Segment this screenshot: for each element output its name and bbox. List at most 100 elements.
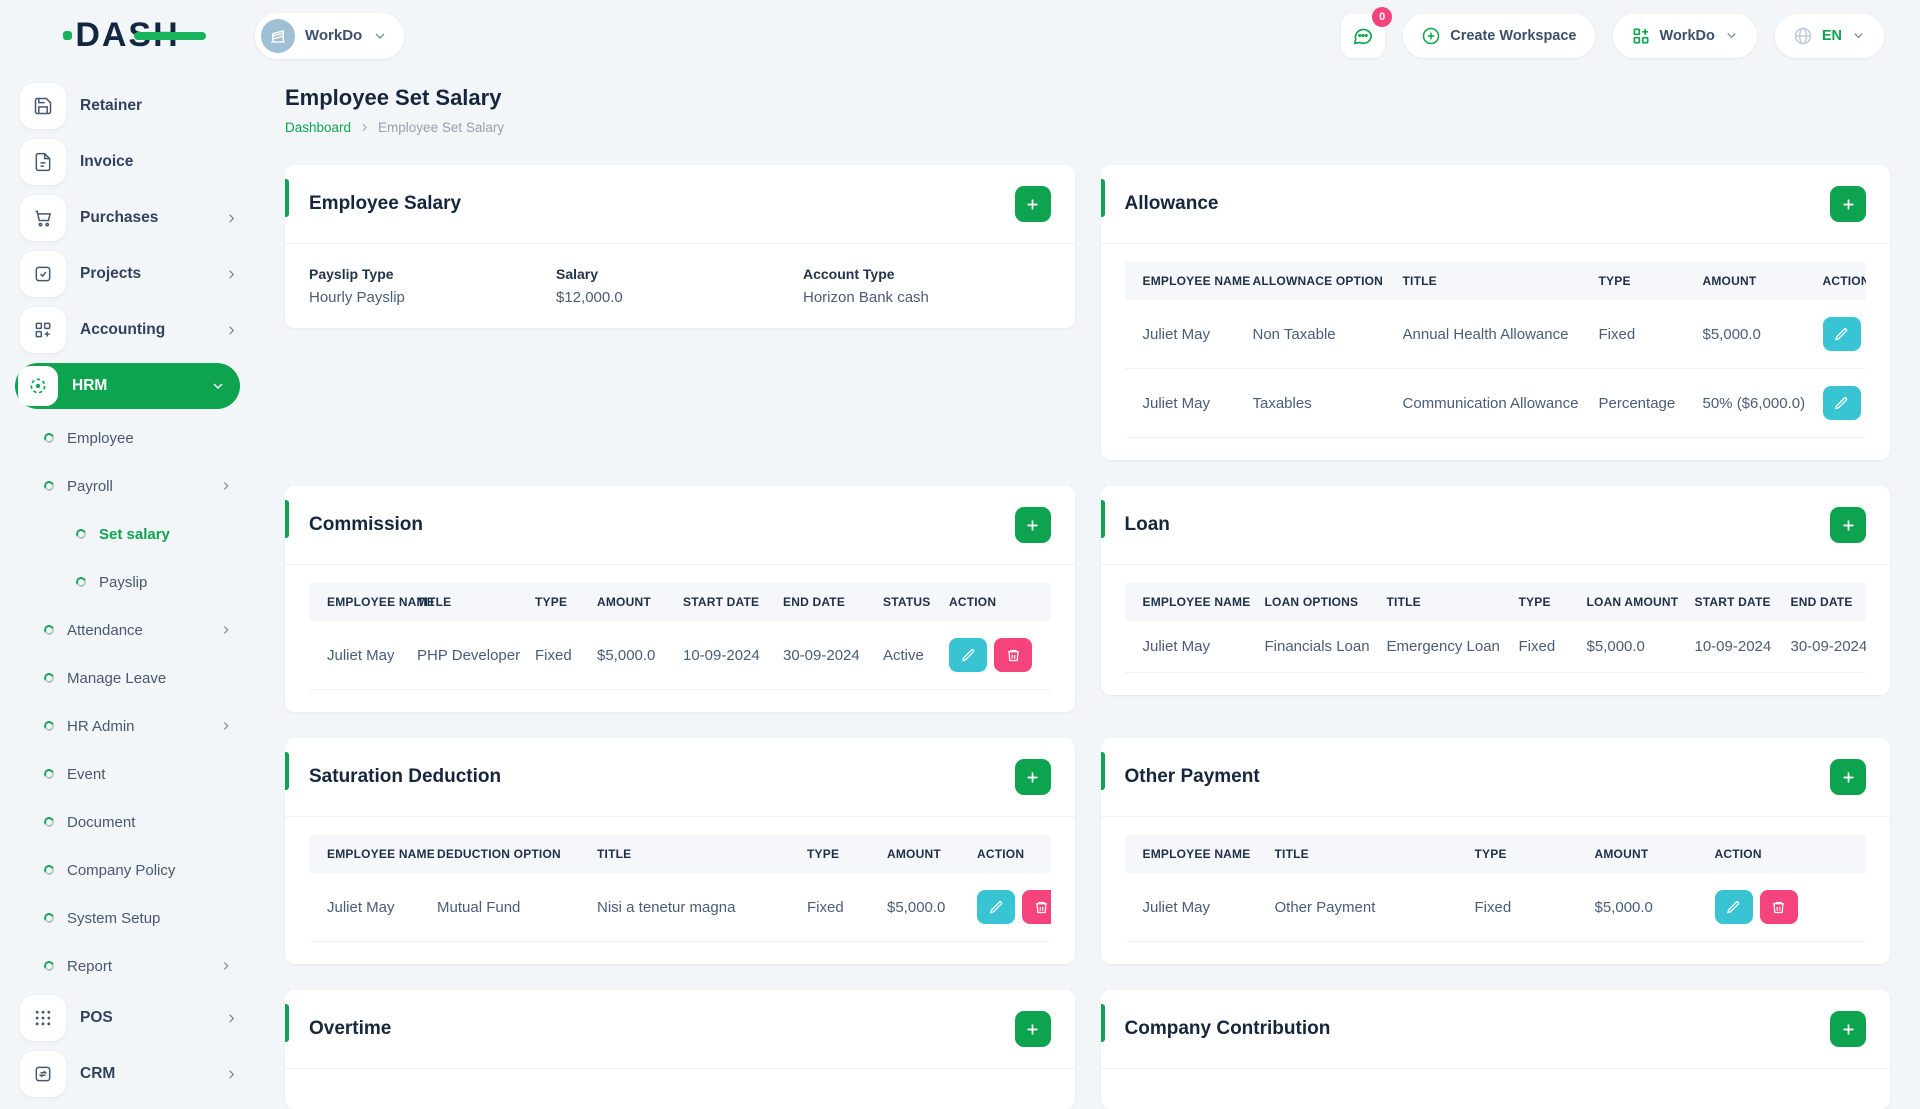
chevron-right-icon <box>219 479 233 493</box>
field-value: $12,000.0 <box>556 289 623 306</box>
column-header: Title <box>1402 262 1599 300</box>
column-header: Type <box>1518 583 1587 621</box>
column-header: Employee Name <box>1124 583 1265 621</box>
apps-menu-button[interactable]: WorkDo <box>1612 13 1757 58</box>
sidebar-item-manage-leave[interactable]: Manage Leave <box>0 654 255 702</box>
sidebar-item-employee[interactable]: Employee <box>0 414 255 462</box>
card-accent <box>285 752 289 790</box>
hrm-icon <box>18 366 58 406</box>
column-header: Action <box>949 583 1051 621</box>
loan-table[interactable]: Employee Name Loan Options Title Type Lo… <box>1124 583 1866 673</box>
card-accent <box>1100 752 1105 790</box>
brand-logo[interactable]: DASH <box>0 16 255 55</box>
add-other-payment-button[interactable] <box>1830 759 1866 795</box>
sidebar-item-label: Event <box>67 765 106 783</box>
sidebar-item-event[interactable]: Event <box>0 750 255 798</box>
sidebar-item-pos[interactable]: POS <box>0 990 255 1046</box>
card-title: Other Payment <box>1124 766 1260 787</box>
edit-button[interactable] <box>1714 890 1753 924</box>
sidebar-item-purchases[interactable]: Purchases <box>0 190 255 246</box>
column-header: Title <box>1386 583 1519 621</box>
messages-count-badge: 0 <box>1372 6 1393 27</box>
table-header-row: Employee Name Title Type Amount Action <box>1124 835 1866 873</box>
field-label: Account Type <box>803 266 895 282</box>
chevron-right-icon <box>224 323 239 338</box>
employee-salary-card: Employee Salary Payslip Type Hourly Pays… <box>285 165 1075 328</box>
sidebar-item-document[interactable]: Document <box>0 798 255 846</box>
loan-card: Loan Employee Name Loan Options Title Ty… <box>1100 486 1890 695</box>
pencil-icon <box>1834 327 1849 342</box>
sidebar-item-company-policy[interactable]: Company Policy <box>0 846 255 894</box>
sidebar-item-hr-admin[interactable]: HR Admin <box>0 702 255 750</box>
sidebar-item-attendance[interactable]: Attendance <box>0 606 255 654</box>
salary-field: Payslip Type Hourly Payslip <box>309 266 556 306</box>
sidebar-item-label: System Setup <box>67 909 161 927</box>
column-header: Amount <box>887 835 977 873</box>
sidebar-item-label: Document <box>67 813 136 831</box>
add-allowance-button[interactable] <box>1830 186 1866 222</box>
saturation-deduction-table[interactable]: Employee Name Deduction Option Title Typ… <box>309 835 1051 942</box>
add-loan-button[interactable] <box>1830 507 1866 543</box>
add-saturation-deduction-button[interactable] <box>1014 759 1051 795</box>
trash-icon <box>1771 900 1786 915</box>
status-text: Active <box>883 621 949 690</box>
bullet-icon <box>42 431 56 445</box>
card-title: Overtime <box>309 1018 392 1039</box>
sidebar-item-projects[interactable]: Projects <box>0 246 255 302</box>
page-title: Employee Set Salary <box>285 85 502 110</box>
bullet-icon <box>74 575 88 589</box>
sidebar-item-report[interactable]: Report <box>0 942 255 990</box>
commission-card: Commission Employee Name Title Type Amou… <box>285 486 1075 712</box>
chevron-down-icon <box>1724 28 1739 43</box>
chevron-down-icon <box>1851 28 1866 43</box>
sidebar-item-hrm[interactable]: HRM <box>15 363 240 409</box>
sidebar-item-accounting[interactable]: Accounting <box>0 302 255 358</box>
add-commission-button[interactable] <box>1014 507 1051 543</box>
chevron-down-icon <box>210 378 226 394</box>
breadcrumb-dashboard-link[interactable]: Dashboard <box>285 120 351 135</box>
sidebar-item-payslip[interactable]: Payslip <box>0 558 255 606</box>
table-header-row: Employee Name Loan Options Title Type Lo… <box>1124 583 1866 621</box>
delete-button[interactable] <box>1022 890 1051 924</box>
pencil-icon <box>989 900 1004 915</box>
edit-button[interactable] <box>1822 386 1861 420</box>
other-payment-card: Other Payment Employee Name Title Type A… <box>1100 738 1890 964</box>
logo-bar <box>133 32 206 40</box>
edit-button[interactable] <box>1822 317 1861 351</box>
bullet-icon <box>42 863 56 877</box>
edit-button[interactable] <box>977 890 1015 924</box>
overtime-card: Overtime <box>285 990 1075 1109</box>
workspace-selector[interactable]: WorkDo <box>255 12 405 59</box>
bullet-icon <box>42 671 56 685</box>
column-header: Action <box>977 835 1051 873</box>
breadcrumb: Dashboard Employee Set Salary <box>285 120 1890 135</box>
column-header: Amount <box>597 583 683 621</box>
sidebar-item-set-salary[interactable]: Set salary <box>0 510 255 558</box>
other-payment-table[interactable]: Employee Name Title Type Amount Action J… <box>1124 835 1866 942</box>
sidebar-item-system-setup[interactable]: System Setup <box>0 894 255 942</box>
language-selector[interactable]: EN <box>1774 13 1884 58</box>
language-code: EN <box>1821 27 1842 44</box>
edit-employee-salary-button[interactable] <box>1014 186 1051 222</box>
allowance-table[interactable]: Employee Name Allownace Option Title Typ… <box>1124 262 1866 438</box>
column-header: Type <box>535 583 597 621</box>
create-workspace-button[interactable]: Create Workspace <box>1403 13 1595 58</box>
column-header: Employee Name <box>1124 262 1253 300</box>
sidebar-item-invoice[interactable]: Invoice <box>0 134 255 190</box>
column-header: Deduction Option <box>437 835 597 873</box>
saturation-deduction-card: Saturation Deduction Employee Name Deduc… <box>285 738 1075 964</box>
add-company-contribution-button[interactable] <box>1830 1011 1866 1047</box>
chevron-right-icon <box>224 267 239 282</box>
add-overtime-button[interactable] <box>1014 1011 1051 1047</box>
sidebar-item-label: HR Admin <box>67 717 135 735</box>
save-icon <box>20 83 66 129</box>
sidebar-item-retainer[interactable]: Retainer <box>0 78 255 134</box>
edit-button[interactable] <box>949 638 987 672</box>
messages-button[interactable]: 0 <box>1341 6 1393 58</box>
pencil-icon <box>1834 396 1849 411</box>
commission-table[interactable]: Employee Name Title Type Amount Start Da… <box>309 583 1051 690</box>
sidebar-item-payroll[interactable]: Payroll <box>0 462 255 510</box>
delete-button[interactable] <box>994 638 1032 672</box>
sidebar-item-label: Retainer <box>80 97 143 114</box>
delete-button[interactable] <box>1759 890 1798 924</box>
